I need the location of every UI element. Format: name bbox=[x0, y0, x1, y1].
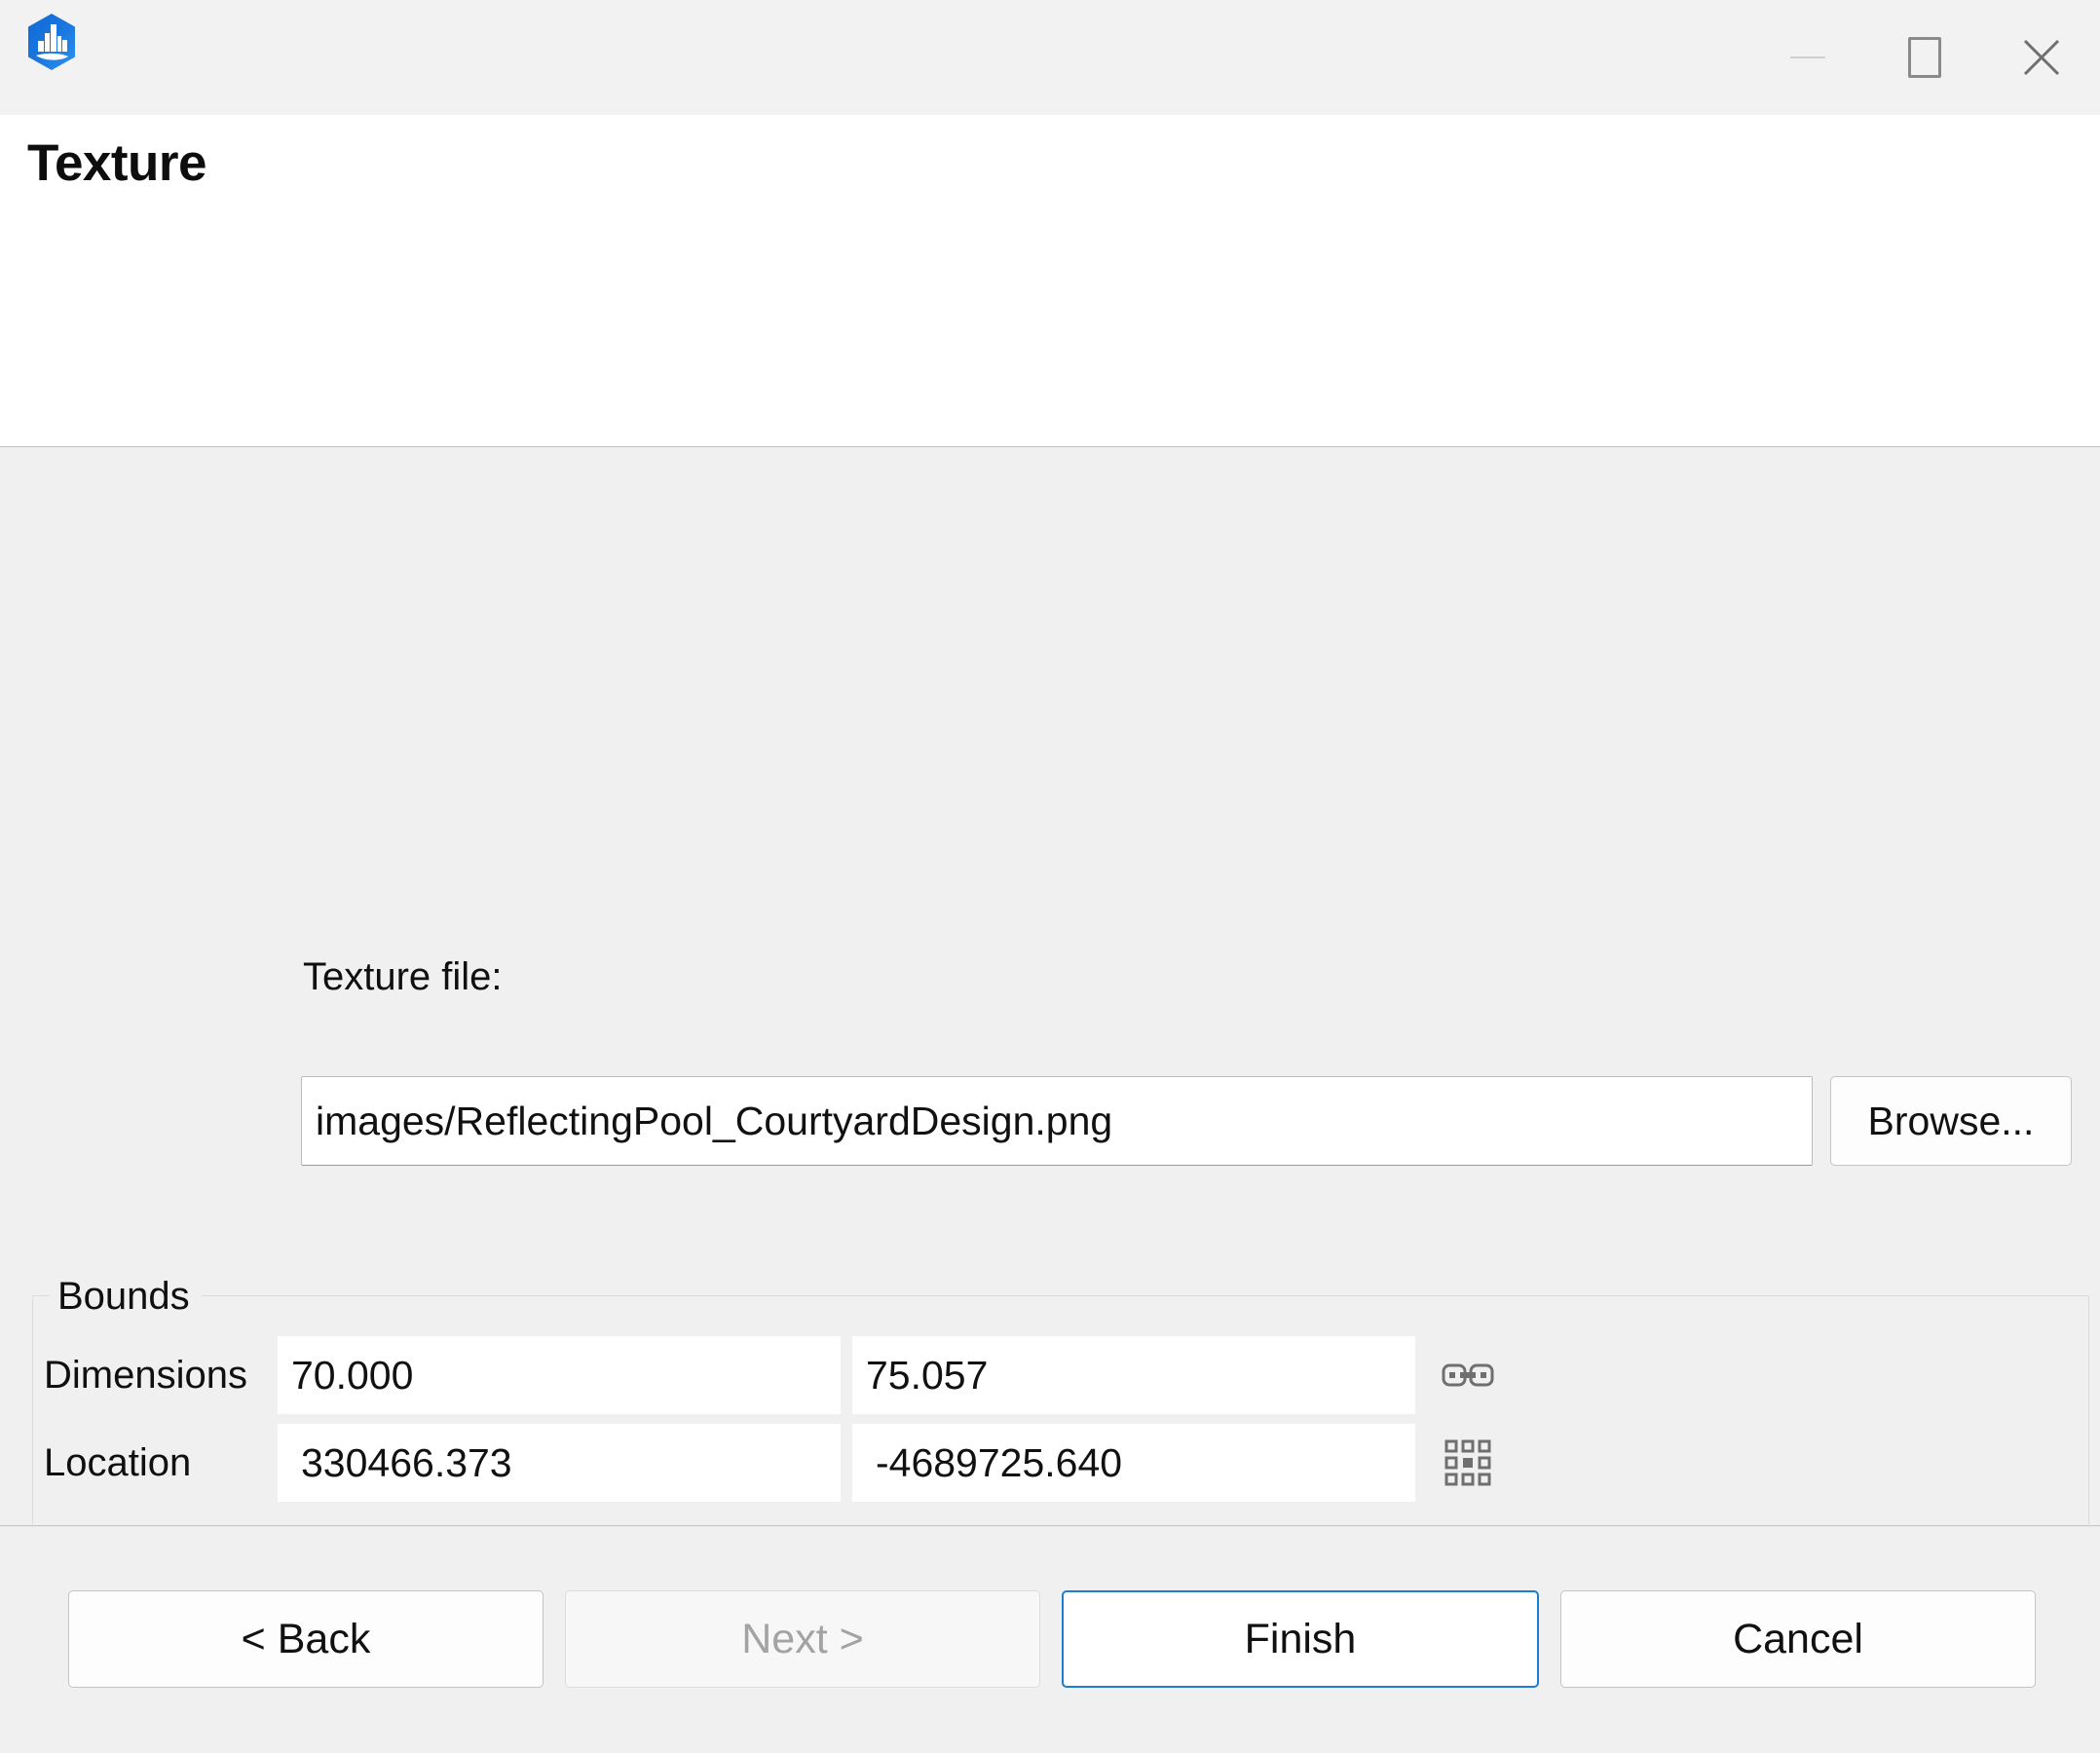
maximize-icon[interactable] bbox=[1866, 0, 1983, 115]
dimensions-x-input[interactable]: 70.000 bbox=[278, 1336, 841, 1414]
minimize-icon[interactable] bbox=[1749, 0, 1866, 115]
city-skyline-hexagon-icon bbox=[21, 12, 82, 72]
location-label: Location bbox=[44, 1440, 192, 1484]
page-title: Texture bbox=[27, 134, 207, 192]
texture-wizard-window: Texture Texture file: images/ReflectingP… bbox=[0, 0, 2100, 1753]
location-row: Location 330466.373 -4689725.640 bbox=[32, 1424, 2089, 1502]
texture-file-input[interactable]: images/ReflectingPool_CourtyardDesign.pn… bbox=[301, 1076, 1813, 1166]
dimensions-row: Dimensions 70.000 75.057 bbox=[32, 1336, 2089, 1414]
back-button[interactable]: < Back bbox=[68, 1590, 544, 1688]
dimensions-y-input[interactable]: 75.057 bbox=[852, 1336, 1415, 1414]
wizard-header: Texture bbox=[0, 115, 2100, 446]
wizard-button-row: < Back Next > Finish Cancel bbox=[68, 1590, 2036, 1688]
next-button: Next > bbox=[565, 1590, 1040, 1688]
title-bar bbox=[0, 0, 2100, 115]
wizard-footer: < Back Next > Finish Cancel bbox=[0, 1527, 2100, 1753]
bounds-group-body: Dimensions 70.000 75.057 Location 330466… bbox=[32, 1315, 2089, 1563]
texture-file-row: images/ReflectingPool_CourtyardDesign.pn… bbox=[301, 1076, 2072, 1166]
bounds-group: Bounds Dimensions 70.000 75.057 Location… bbox=[32, 1274, 2089, 1563]
close-icon[interactable] bbox=[1983, 0, 2100, 115]
bounds-group-title: Bounds bbox=[50, 1274, 202, 1319]
dimensions-label: Dimensions bbox=[44, 1353, 247, 1397]
finish-button[interactable]: Finish bbox=[1062, 1590, 1539, 1688]
cancel-button[interactable]: Cancel bbox=[1560, 1590, 2036, 1688]
link-chain-icon[interactable] bbox=[1433, 1340, 1503, 1410]
texture-file-label: Texture file: bbox=[303, 955, 503, 998]
wizard-content: Texture file: images/ReflectingPool_Cour… bbox=[0, 448, 2100, 1563]
location-x-input[interactable]: 330466.373 bbox=[278, 1424, 841, 1502]
browse-button[interactable]: Browse... bbox=[1830, 1076, 2072, 1166]
location-y-input[interactable]: -4689725.640 bbox=[852, 1424, 1415, 1502]
anchor-handles-icon[interactable] bbox=[1433, 1428, 1503, 1498]
window-controls bbox=[1749, 0, 2100, 115]
